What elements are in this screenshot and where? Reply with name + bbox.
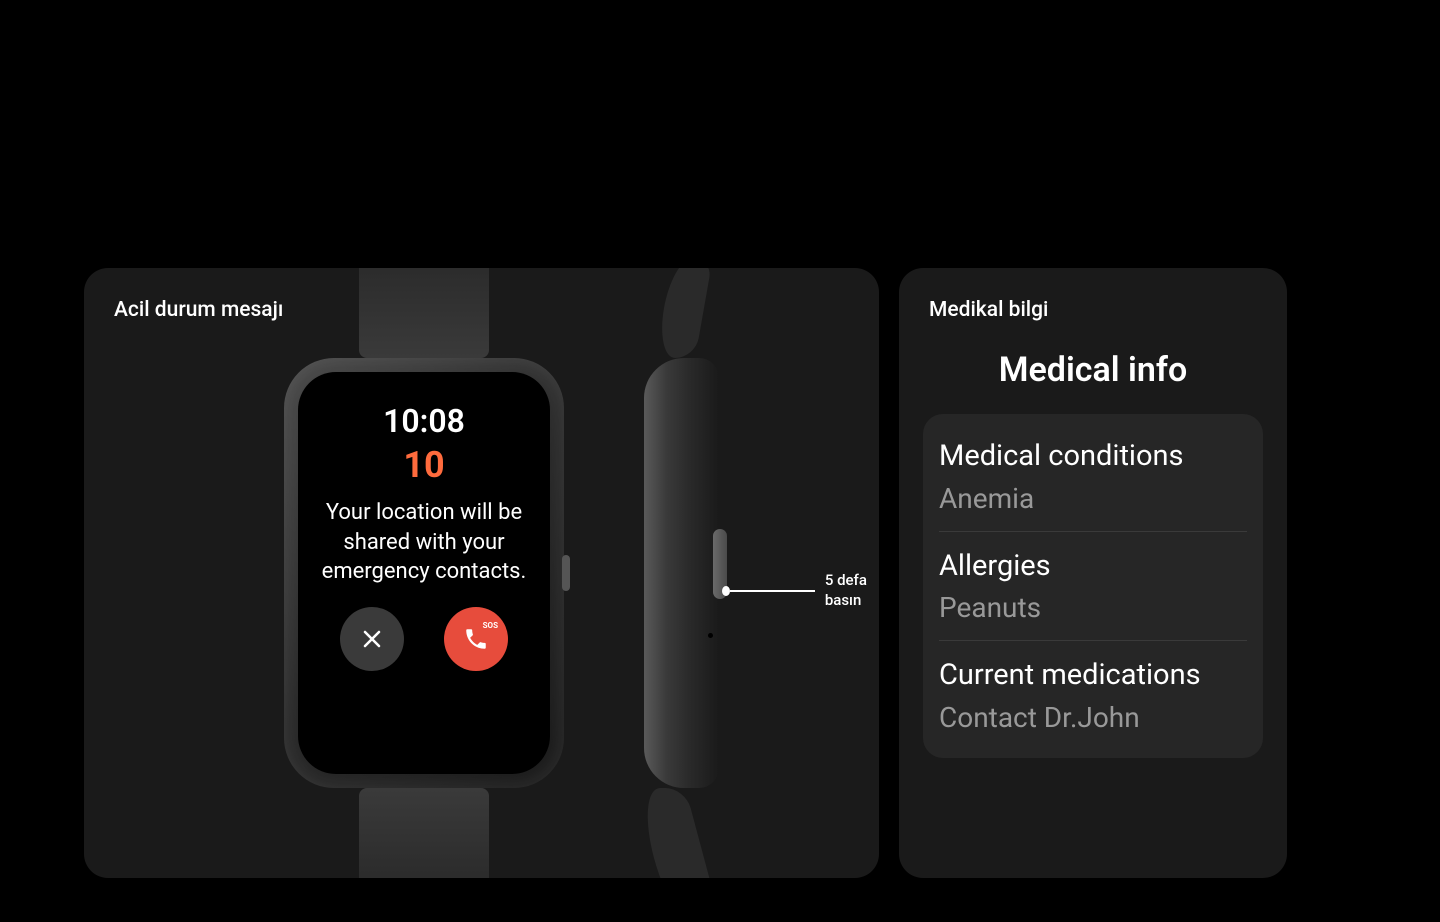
medical-item-allergies[interactable]: Allergies Peanuts bbox=[939, 532, 1247, 642]
cancel-button[interactable] bbox=[340, 607, 404, 671]
watch-screen: 10:08 10 Your location will be shared wi… bbox=[298, 372, 550, 774]
pointer-dot-icon bbox=[722, 586, 730, 596]
watch-body-front: 10:08 10 Your location will be shared wi… bbox=[284, 358, 564, 788]
watch-crown bbox=[562, 555, 570, 591]
emergency-card-title: Acil durum mesajı bbox=[114, 296, 283, 325]
screen-time: 10:08 bbox=[383, 402, 465, 440]
countdown-timer: 10 bbox=[403, 444, 444, 486]
pointer-label: 5 defa basın bbox=[825, 571, 879, 610]
emergency-message: Your location will be shared with your e… bbox=[314, 498, 534, 587]
side-band-top bbox=[655, 268, 713, 358]
medical-value: Anemia bbox=[939, 482, 1247, 515]
medical-value: Peanuts bbox=[939, 591, 1247, 624]
watch-band-top bbox=[359, 268, 489, 358]
medical-info-list: Medical conditions Anemia Allergies Pean… bbox=[923, 414, 1263, 758]
sos-call-button[interactable]: SOS bbox=[444, 607, 508, 671]
pointer-annotation: 5 defa basın bbox=[722, 571, 879, 610]
side-band-bottom bbox=[635, 788, 723, 878]
watch-side-view bbox=[614, 268, 719, 878]
watch-body-side bbox=[644, 358, 719, 788]
medical-label: Medical conditions bbox=[939, 438, 1247, 476]
medical-label: Current medications bbox=[939, 657, 1247, 695]
medical-label: Allergies bbox=[939, 548, 1247, 586]
pointer-line-icon bbox=[730, 590, 815, 592]
action-buttons: SOS bbox=[340, 607, 508, 671]
watch-band-bottom bbox=[359, 788, 489, 878]
medical-card: Medikal bilgi Medical info Medical condi… bbox=[899, 268, 1287, 878]
sos-label: SOS bbox=[483, 621, 498, 630]
microphone-hole bbox=[708, 633, 713, 638]
medical-value: Contact Dr.John bbox=[939, 701, 1247, 734]
close-icon bbox=[360, 627, 384, 651]
medical-item-medications[interactable]: Current medications Contact Dr.John bbox=[939, 641, 1247, 750]
medical-screen-title: Medical info bbox=[923, 350, 1263, 390]
watch-front-view: 10:08 10 Your location will be shared wi… bbox=[284, 268, 564, 878]
emergency-card: Acil durum mesajı 10:08 10 Your location… bbox=[84, 268, 879, 878]
medical-card-title: Medikal bilgi bbox=[929, 296, 1048, 325]
medical-item-conditions[interactable]: Medical conditions Anemia bbox=[939, 422, 1247, 532]
